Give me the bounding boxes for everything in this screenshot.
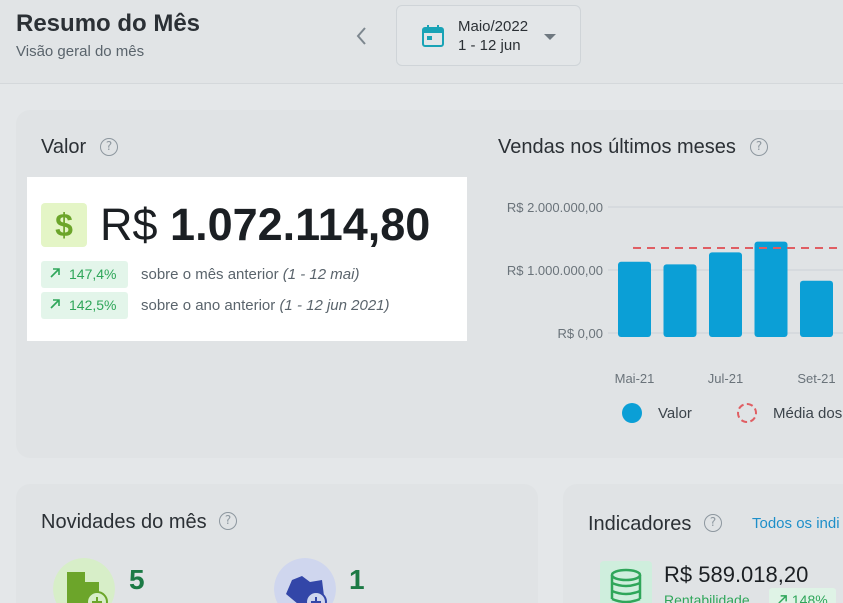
y-tick-label: R$ 0,00: [557, 326, 603, 341]
page-title: Resumo do Mês: [16, 10, 201, 37]
total-value: R$ 1.072.114,80: [100, 199, 430, 251]
comparison-year: sobre o ano anterior (1 - 12 jun 2021): [141, 297, 390, 314]
caret-down-icon: [544, 34, 556, 40]
y-tick-label: R$ 1.000.000,00: [507, 263, 603, 278]
building-add-icon: [53, 558, 115, 603]
arrow-up-right-icon: [50, 268, 60, 278]
period-month: Maio/2022: [458, 18, 529, 35]
indicator-badge-value: 148%: [791, 592, 828, 603]
map-add-icon: [274, 558, 336, 603]
bar: [754, 241, 788, 337]
page-header: Resumo do Mês Visão geral do mês Maio/20…: [0, 0, 843, 84]
legend-average-marker[interactable]: [737, 403, 757, 423]
legend-average-label[interactable]: Média dos: [773, 405, 842, 422]
news-count: 5: [129, 564, 145, 595]
period-range: 1 - 12 jun: [458, 37, 521, 54]
page-subtitle: Visão geral do mês: [16, 43, 145, 60]
arrow-up-right-icon: [50, 299, 60, 309]
bar: [663, 264, 697, 337]
bar: [618, 261, 651, 337]
arrow-up-right-icon: [778, 595, 787, 603]
indicator-value: R$ 589.018,20: [664, 562, 809, 587]
help-icon[interactable]: ?: [750, 138, 768, 156]
legend-value-marker[interactable]: [622, 403, 642, 423]
sales-title: Vendas nos últimos meses: [498, 136, 736, 158]
delta-month: 147,4%: [69, 266, 117, 282]
news-count: 1: [349, 564, 365, 595]
indicators-title: Indicadores: [588, 513, 692, 535]
indicators-card: Indicadores ? Todos os indi R$ 589.018,2…: [563, 484, 843, 603]
help-icon[interactable]: ?: [219, 512, 237, 530]
x-tick-label: Set-21: [797, 371, 835, 386]
chevron-left-icon[interactable]: [350, 24, 374, 48]
indicator-label: Rentabilidade: [664, 592, 750, 603]
news-card: Novidades do mês ? 5 1: [16, 484, 538, 603]
currency-symbol: R$: [100, 199, 158, 250]
x-tick-label: Mai-21: [615, 371, 655, 386]
bar: [709, 252, 742, 337]
news-title: Novidades do mês: [41, 511, 207, 533]
legend-value-label[interactable]: Valor: [658, 405, 692, 422]
help-icon[interactable]: ?: [704, 514, 722, 532]
value-highlight: $ R$ 1.072.114,80 147,4% sobre o mês ant…: [27, 177, 467, 341]
delta-year: 142,5%: [69, 297, 117, 313]
total-amount: 1.072.114,80: [170, 199, 431, 250]
valor-title: Valor: [41, 136, 87, 158]
dollar-icon: $: [41, 203, 87, 247]
delta-badge: 147,4%: [41, 261, 128, 288]
sales-chart: R$ 2.000.000,00 R$ 1.000.000,00 R$ 0,00 Mai…: [507, 200, 843, 386]
comparison-label: sobre o mês anterior: [141, 266, 279, 283]
delta-badge: 142,5%: [41, 292, 128, 319]
comparison-month: sobre o mês anterior (1 - 12 mai): [141, 266, 359, 283]
bar: [800, 280, 833, 337]
calendar-icon: [422, 25, 444, 47]
x-tick-label: Jul-21: [708, 371, 743, 386]
coins-icon: [600, 561, 652, 603]
period-selector[interactable]: Maio/2022 1 - 12 jun: [396, 5, 581, 66]
comparison-period: (1 - 12 mai): [282, 266, 360, 283]
y-tick-label: R$ 2.000.000,00: [507, 200, 603, 215]
all-indicators-link[interactable]: Todos os indi: [752, 515, 840, 532]
help-icon[interactable]: ?: [100, 138, 118, 156]
comparison-label: sobre o ano anterior: [141, 297, 276, 314]
indicator-badge: 148%: [769, 588, 836, 603]
comparison-period: (1 - 12 jun 2021): [279, 297, 390, 314]
